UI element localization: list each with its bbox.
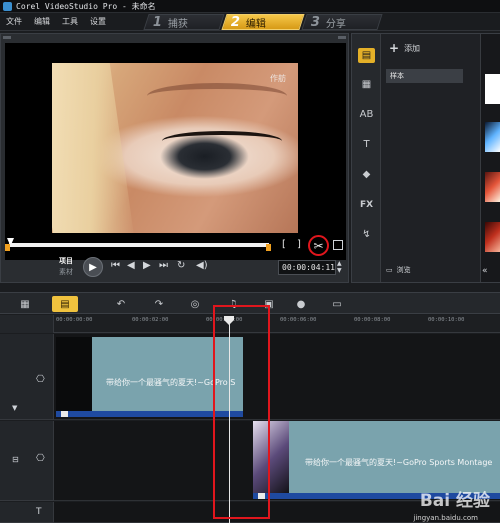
step-share[interactable]: 3 分享 bbox=[301, 14, 383, 30]
play-button[interactable]: ▶ bbox=[83, 257, 103, 277]
transition-icon[interactable]: AB bbox=[358, 107, 375, 122]
clip-audio-icon bbox=[61, 411, 68, 417]
library-toolbar: ▤ ▦ AB T ◆ FX ↯ bbox=[352, 34, 381, 282]
site-watermark-url: jingyan.baidu.com bbox=[413, 514, 478, 522]
collapse-library-icon[interactable]: « bbox=[482, 266, 488, 276]
mark-out-button[interactable]: ] bbox=[297, 239, 301, 250]
mode-project[interactable]: 项目 bbox=[59, 256, 73, 267]
library-thumbnail-strip bbox=[480, 34, 500, 282]
clip-title: 带给你一个最骚气的夏天!~GoPro Sports Montage bbox=[305, 458, 493, 467]
panel-grip-icon[interactable] bbox=[338, 36, 346, 39]
library-folder-sample[interactable]: 样本 bbox=[386, 69, 463, 83]
ruler-tick-label: 00:00:10:00 bbox=[428, 317, 465, 323]
library-browse[interactable]: ▭ 浏览 bbox=[386, 263, 458, 277]
timecode-spinner[interactable]: ▲ ▼ bbox=[337, 260, 342, 274]
graphic-icon[interactable]: ◆ bbox=[358, 167, 375, 182]
split-clip-scissors-icon[interactable]: ✂ bbox=[308, 235, 329, 256]
app-logo-icon bbox=[3, 1, 12, 11]
media-icon[interactable]: ▤ bbox=[358, 48, 375, 63]
video-track-header: ⎔ ▼ bbox=[0, 334, 54, 420]
menu-bar: 文件 编辑 工具 设置 1 捕获 2 编辑 3 分享 bbox=[0, 13, 500, 31]
path-icon[interactable]: ↯ bbox=[358, 227, 375, 242]
next-frame-icon[interactable]: ▶ bbox=[143, 260, 151, 271]
mark-in-button[interactable]: [ bbox=[282, 239, 286, 250]
site-watermark-logo: Bai 经验 bbox=[419, 491, 490, 511]
timecode-field[interactable]: 00:00:04:11 bbox=[278, 260, 336, 275]
subtitle-editor-icon[interactable]: ▭ bbox=[324, 296, 350, 312]
title-track-icon[interactable]: T bbox=[36, 507, 42, 517]
timeline-view-icon[interactable]: ▤ bbox=[52, 296, 78, 312]
go-end-icon[interactable]: ⏭ bbox=[159, 260, 168, 271]
storyboard-view-icon[interactable]: ▦ bbox=[12, 296, 38, 312]
step-capture[interactable]: 1 捕获 bbox=[143, 14, 225, 30]
video-watermark: 作舫 bbox=[270, 74, 286, 83]
track-expand-icon[interactable]: ▼ bbox=[12, 404, 17, 412]
ruler-tick-label: 00:00:06:00 bbox=[280, 317, 317, 323]
video-track-icon[interactable]: ⎔ bbox=[36, 374, 45, 385]
library-add-label: 添加 bbox=[404, 43, 421, 53]
browse-folder-icon: ▭ bbox=[386, 266, 393, 274]
track-manager[interactable] bbox=[0, 315, 54, 333]
ruler-tick-label: 00:00:00:00 bbox=[56, 317, 93, 323]
redo-icon[interactable]: ↷ bbox=[146, 296, 172, 312]
title-icon[interactable]: T bbox=[358, 137, 375, 152]
preview-panel: 作舫 [ ] ✂ 项目 素材 ▶ ⏮ ◀ ▶ ⏭ ↻ ◀) 00:00:04:1… bbox=[0, 33, 349, 283]
plus-icon: + bbox=[389, 41, 400, 55]
step-edit[interactable]: 2 编辑 bbox=[221, 14, 305, 30]
media-thumbnail[interactable] bbox=[485, 222, 500, 252]
library-panel: ▤ ▦ AB T ◆ FX ↯ + 添加 样本 ▭ 浏览 « bbox=[351, 33, 500, 283]
prev-frame-icon[interactable]: ◀ bbox=[127, 260, 135, 271]
media-thumbnail[interactable] bbox=[485, 122, 500, 152]
menu-settings[interactable]: 设置 bbox=[90, 16, 106, 27]
copy-icon[interactable] bbox=[333, 240, 343, 250]
media-thumbnail[interactable] bbox=[485, 74, 500, 104]
title-bar: Corel VideoStudio Pro - 未命名 bbox=[0, 0, 500, 13]
window-title: Corel VideoStudio Pro - 未命名 bbox=[16, 1, 156, 11]
trim-end-marker[interactable] bbox=[266, 244, 271, 251]
volume-icon[interactable]: ◀) bbox=[196, 260, 208, 271]
video-track[interactable]: 带给你一个最骚气的夏天!~GoPro S bbox=[54, 334, 500, 420]
go-start-icon[interactable]: ⏮ bbox=[111, 260, 120, 271]
repeat-icon[interactable]: ↻ bbox=[177, 260, 185, 271]
ruler-tick-label: 00:00:08:00 bbox=[354, 317, 391, 323]
library-add[interactable]: + 添加 bbox=[382, 34, 470, 62]
filter-fx-icon[interactable]: FX bbox=[358, 197, 375, 212]
mode-clip[interactable]: 素材 bbox=[59, 267, 73, 278]
media-thumbnail[interactable] bbox=[485, 172, 500, 202]
panel-grip-icon[interactable] bbox=[3, 36, 11, 39]
record-capture-icon[interactable]: ◎ bbox=[182, 296, 208, 312]
menu-edit[interactable]: 编辑 bbox=[34, 16, 50, 27]
instant-project-icon[interactable]: ▦ bbox=[358, 77, 375, 92]
menu-file[interactable]: 文件 bbox=[6, 16, 22, 27]
ruler-tick-label: 00:00:02:00 bbox=[132, 317, 169, 323]
overlay-track-icon[interactable]: ⎔ bbox=[36, 453, 45, 464]
menu-tools[interactable]: 工具 bbox=[62, 16, 78, 27]
track-lock-icon[interactable]: ⊟ bbox=[12, 455, 19, 464]
title-track-header: T bbox=[0, 502, 54, 523]
video-frame: 作舫 bbox=[52, 63, 298, 233]
trim-start-marker[interactable] bbox=[5, 244, 10, 251]
preview-screen[interactable]: 作舫 bbox=[5, 43, 346, 260]
scrubber-bar[interactable] bbox=[9, 243, 269, 247]
overlay-track-header: ⊟ ⎔ bbox=[0, 421, 54, 501]
motion-tracking-icon[interactable]: ● bbox=[288, 296, 314, 312]
highlight-annotation-box bbox=[213, 305, 270, 519]
undo-icon[interactable]: ↶ bbox=[108, 296, 134, 312]
